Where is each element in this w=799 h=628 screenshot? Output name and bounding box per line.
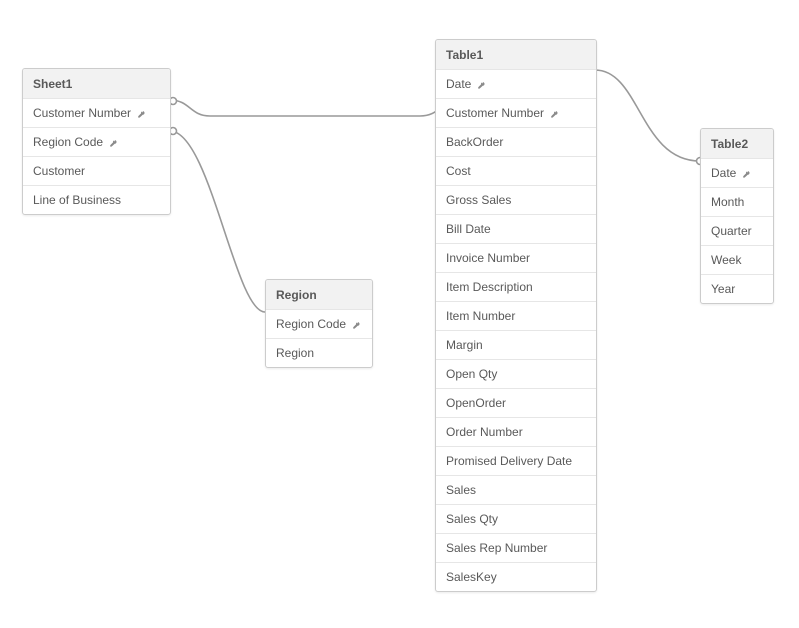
table-field[interactable]: Date [436,70,596,99]
field-label: Open Qty [446,367,497,381]
key-icon [350,319,361,330]
field-label: Week [711,253,741,267]
table-fields-sheet1: Customer Number Region Code Customer Line o… [23,99,170,214]
table-field[interactable]: Order Number [436,418,596,447]
table-header: Table2 [701,129,773,159]
table-title: Table1 [446,48,483,62]
table-field[interactable]: Region Code [266,310,372,339]
field-label: Year [711,282,735,296]
field-label: Sales [446,483,476,497]
table-table2[interactable]: Table2 Date Month Quarter Week Year [700,128,774,304]
field-label: Sales Rep Number [446,541,547,555]
table-field[interactable]: Week [701,246,773,275]
field-label: Region Code [276,317,346,331]
table-field[interactable]: Line of Business [23,186,170,214]
table-field[interactable]: Bill Date [436,215,596,244]
field-label: Cost [446,164,471,178]
table-field[interactable]: Date [701,159,773,188]
table-field[interactable]: Region [266,339,372,367]
table-field[interactable]: Sales Qty [436,505,596,534]
field-label: Customer Number [446,106,544,120]
table-field[interactable]: Month [701,188,773,217]
table-header: Table1 [436,40,596,70]
table-header: Region [266,280,372,310]
table-field[interactable]: Sales Rep Number [436,534,596,563]
table-title: Region [276,288,317,302]
field-label: Customer Number [33,106,131,120]
key-icon [740,168,751,179]
table-field[interactable]: Open Qty [436,360,596,389]
field-label: Date [711,166,736,180]
table-field[interactable]: Customer Number [436,99,596,128]
field-label: Quarter [711,224,752,238]
table-fields-table2: Date Month Quarter Week Year [701,159,773,303]
field-label: Month [711,195,744,209]
table-region[interactable]: Region Region Code Region [265,279,373,368]
connector-line [170,100,460,116]
table-header: Sheet1 [23,69,170,99]
field-label: Gross Sales [446,193,511,207]
table-table1[interactable]: Table1 Date Customer Number BackOrder Cost G… [435,39,597,592]
table-field[interactable]: OpenOrder [436,389,596,418]
field-label: Bill Date [446,222,491,236]
table-sheet1[interactable]: Sheet1 Customer NumberRegion CodeCustome… [22,68,171,215]
key-icon [548,108,559,119]
field-label: Item Number [446,309,515,323]
table-field[interactable]: Sales [436,476,596,505]
table-title: Table2 [711,137,748,151]
table-field[interactable]: Item Description [436,273,596,302]
field-label: Item Description [446,280,533,294]
field-label: Sales Qty [446,512,498,526]
key-icon [135,108,146,119]
table-field[interactable]: Cost [436,157,596,186]
table-field[interactable]: BackOrder [436,128,596,157]
table-field[interactable]: Gross Sales [436,186,596,215]
table-field[interactable]: Customer [23,157,170,186]
key-icon [475,79,486,90]
table-field[interactable]: Item Number [436,302,596,331]
table-title: Sheet1 [33,77,72,91]
table-field[interactable]: Year [701,275,773,303]
field-label: Date [446,77,471,91]
table-field[interactable]: Promised Delivery Date [436,447,596,476]
table-field[interactable]: SalesKey [436,563,596,591]
table-field[interactable]: Quarter [701,217,773,246]
field-label: Region [276,346,314,360]
field-label: Line of Business [33,193,121,207]
field-label: OpenOrder [446,396,506,410]
field-label: Region Code [33,135,103,149]
table-field[interactable]: Region Code [23,128,170,157]
table-fields-region: Region Code Region [266,310,372,367]
key-icon [107,137,118,148]
connector-line [595,70,700,161]
connector-line [170,131,265,312]
field-label: SalesKey [446,570,497,584]
table-fields-table1: Date Customer Number BackOrder Cost Gross Sa… [436,70,596,591]
field-label: Promised Delivery Date [446,454,572,468]
field-label: Invoice Number [446,251,530,265]
table-field[interactable]: Margin [436,331,596,360]
field-label: Order Number [446,425,523,439]
table-field[interactable]: Customer Number [23,99,170,128]
table-field[interactable]: Invoice Number [436,244,596,273]
field-label: BackOrder [446,135,503,149]
field-label: Customer [33,164,85,178]
field-label: Margin [446,338,483,352]
